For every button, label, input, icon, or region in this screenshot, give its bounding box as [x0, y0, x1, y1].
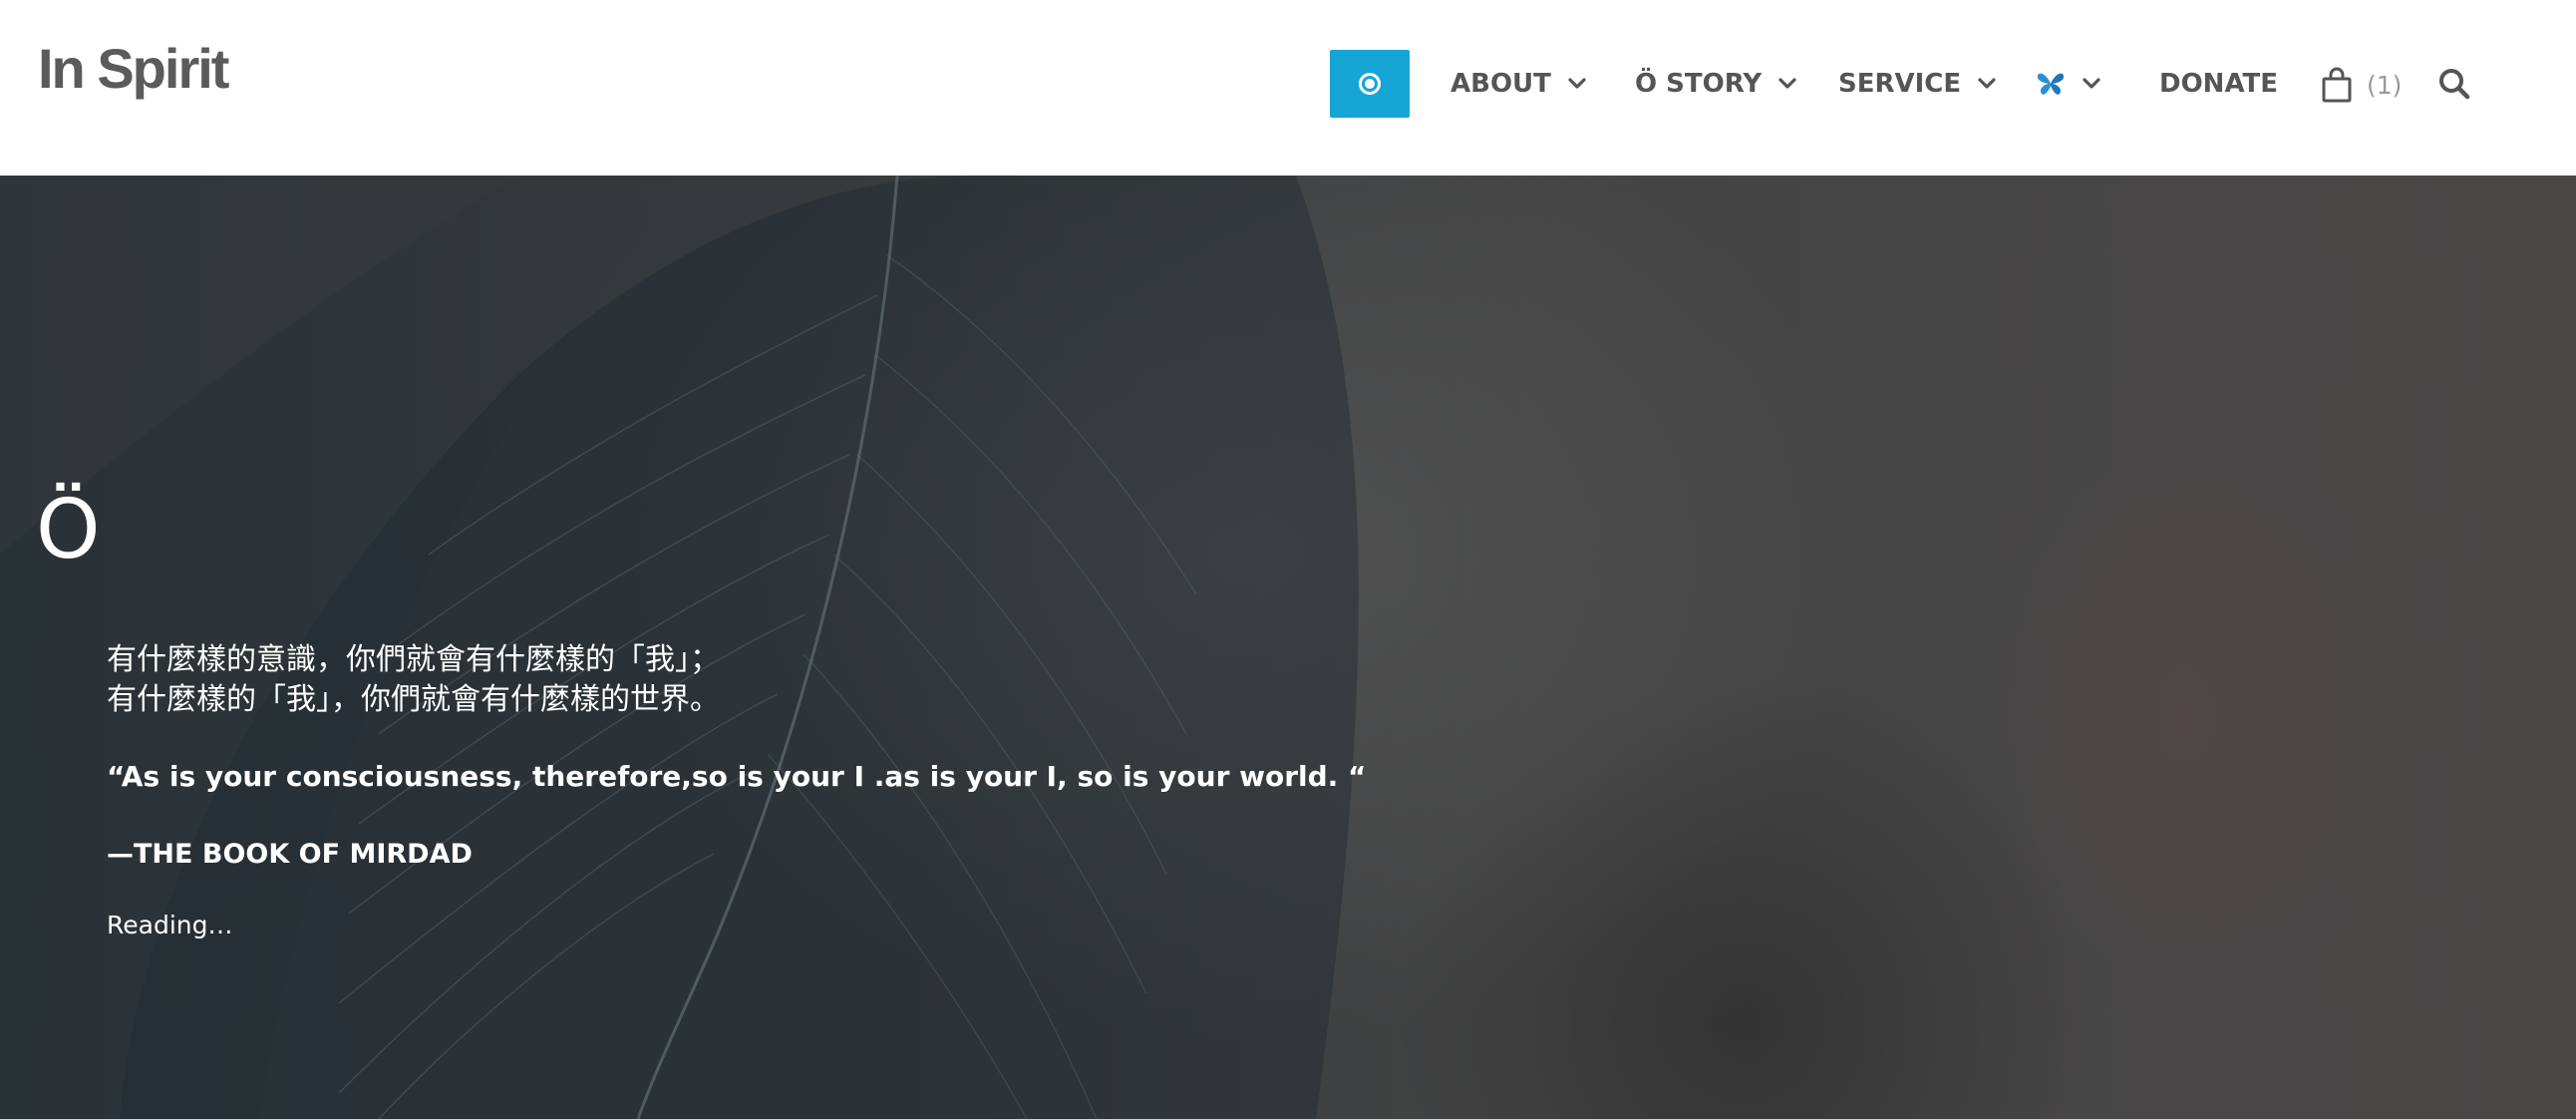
nav-item-label: ABOUT: [1450, 69, 1551, 99]
cart-button[interactable]: (1): [2321, 64, 2402, 106]
search-icon[interactable]: [2436, 66, 2472, 102]
nav-item-label: DONATE: [2159, 69, 2279, 99]
butterfly-icon: [2037, 73, 2065, 95]
nav-item-about[interactable]: ABOUT: [1450, 64, 1587, 104]
home-nav-button[interactable]: [1330, 50, 1410, 118]
quote-attribution: —THE BOOK OF MIRDAD: [107, 839, 473, 870]
shopping-bag-icon: [2322, 67, 2352, 103]
hero-banner: Ö 有什麼樣的意識，你們就會有什麼樣的「我」； 有什麼樣的「我」，你們就會有什麼…: [0, 176, 2576, 1119]
hero-mark: Ö: [36, 483, 101, 577]
nav-item-label: Ö STORY: [1635, 69, 1763, 99]
chinese-quote-line: 有什麼樣的意識，你們就會有什麼樣的「我」；: [107, 642, 720, 677]
site-logo[interactable]: In Spirit: [38, 36, 229, 101]
nav-item-service[interactable]: SERVICE: [1838, 64, 1997, 104]
chevron-down-icon: [1778, 78, 1796, 89]
chevron-down-icon: [1978, 78, 1996, 89]
nav-item-o-story[interactable]: Ö STORY: [1635, 64, 1797, 104]
cart-count: (1): [2367, 70, 2403, 100]
english-quote: “As is your consciousness, therefore,so …: [107, 760, 1367, 793]
reading-link[interactable]: Reading…: [107, 910, 232, 941]
nav-item-donate[interactable]: DONATE: [2159, 64, 2278, 104]
nav-item-label: SERVICE: [1838, 69, 1962, 99]
home-dot-icon: [1359, 73, 1381, 95]
chevron-down-icon: [1568, 78, 1586, 89]
site-header: In Spirit ABOUT Ö STORY SERVICE DONATE (…: [0, 0, 2576, 176]
nav-item-butterfly[interactable]: [2036, 64, 2101, 104]
chevron-down-icon: [2083, 78, 2100, 89]
chinese-quote-line: 有什麼樣的「我」，你們就會有什麼樣的世界。: [107, 682, 720, 717]
quote-block: 有什麼樣的意識，你們就會有什麼樣的「我」； 有什麼樣的「我」，你們就會有什麼樣的…: [107, 640, 1502, 941]
